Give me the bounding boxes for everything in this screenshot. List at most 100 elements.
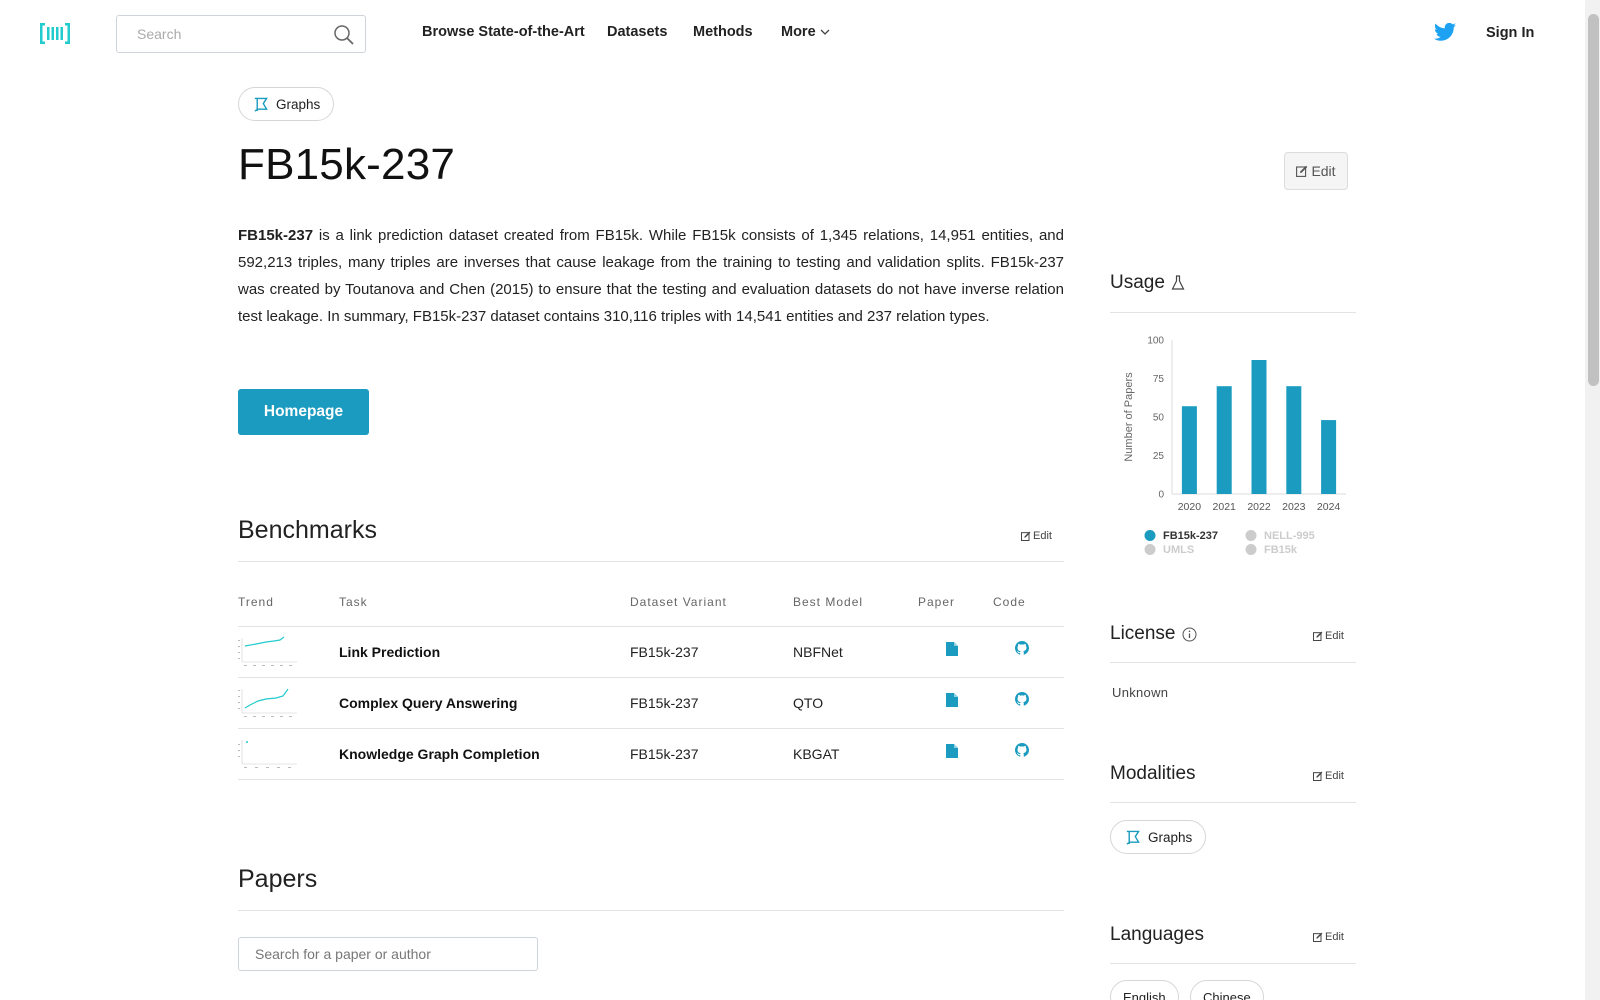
legend-item: UMLS xyxy=(1163,544,1194,556)
nav-more-label: More xyxy=(781,24,816,40)
legend-marker xyxy=(1245,544,1257,555)
edit-label: Edit xyxy=(1325,931,1344,943)
legend-marker xyxy=(1144,530,1156,541)
sign-in-link[interactable]: Sign In xyxy=(1486,25,1534,41)
table-divider xyxy=(238,779,1064,780)
bar-2023 xyxy=(1286,386,1302,494)
license-title: License xyxy=(1110,623,1197,645)
task-link[interactable]: Knowledge Graph Completion xyxy=(339,746,540,762)
y-tick-label: 50 xyxy=(1153,413,1165,424)
edit-label: Edit xyxy=(1325,770,1344,782)
description-body: is a link prediction dataset created fro… xyxy=(238,227,1064,325)
description-lead: FB15k-237 xyxy=(238,227,314,244)
table-row[interactable]: Complex Query Answering FB15k-237 QTO xyxy=(238,678,1064,728)
modality-item-graphs[interactable]: Graphs xyxy=(1110,820,1207,854)
page-title: FB15k-237 xyxy=(238,140,456,189)
chevron-down-icon xyxy=(820,29,830,35)
search-input[interactable] xyxy=(117,16,317,52)
nav-browse-sota[interactable]: Browse State-of-the-Art xyxy=(422,24,585,40)
nav-more-dropdown[interactable]: More xyxy=(781,24,830,40)
paper-icon[interactable] xyxy=(946,744,958,758)
trend-sparkline[interactable] xyxy=(238,738,298,770)
section-divider xyxy=(1110,963,1356,964)
y-tick-label: 75 xyxy=(1153,374,1165,385)
bar-2021 xyxy=(1216,386,1232,494)
y-tick-label: 25 xyxy=(1153,451,1165,462)
edit-icon xyxy=(1021,531,1031,541)
legend-marker xyxy=(1245,530,1257,541)
edit-icon xyxy=(1313,631,1323,641)
edit-label: Edit xyxy=(1311,163,1336,179)
usage-bar-chart: 0 25 50 75 100 Number of Papers 2020 2021 2022 20… xyxy=(1123,336,1346,556)
col-header-trend: Trend xyxy=(238,595,274,609)
paper-search-input[interactable] xyxy=(239,938,537,970)
edit-label: Edit xyxy=(1033,530,1052,542)
github-icon[interactable] xyxy=(1015,641,1029,655)
language-tag-english[interactable]: English xyxy=(1110,980,1179,1000)
benchmarks-title: Benchmarks xyxy=(238,516,377,544)
section-divider xyxy=(1110,312,1356,313)
edit-dataset-button[interactable]: Edit xyxy=(1284,152,1348,190)
license-value: Unknown xyxy=(1112,685,1169,700)
languages-edit-button[interactable]: Edit xyxy=(1313,931,1344,943)
modality-tag-graphs[interactable]: Graphs xyxy=(238,87,335,121)
modalities-edit-button[interactable]: Edit xyxy=(1313,770,1344,782)
dataset-variant: FB15k-237 xyxy=(630,644,699,660)
usage-title-label: Usage xyxy=(1110,272,1165,293)
legend-item: FB15k xyxy=(1264,544,1298,556)
nav-methods[interactable]: Methods xyxy=(693,24,753,40)
scrollbar-thumb[interactable] xyxy=(1588,14,1599,386)
col-header-task: Task xyxy=(339,595,368,609)
x-tick-label: 2021 xyxy=(1213,501,1237,513)
col-header-variant: Dataset Variant xyxy=(630,595,727,609)
best-model: NBFNet xyxy=(793,644,843,660)
global-search xyxy=(116,15,366,53)
y-axis-label: Number of Papers xyxy=(1123,372,1135,462)
graph-icon xyxy=(254,97,268,112)
legend-marker xyxy=(1144,544,1156,555)
info-icon[interactable] xyxy=(1182,627,1197,642)
twitter-icon[interactable] xyxy=(1434,22,1456,42)
section-divider xyxy=(238,910,1064,911)
x-tick-label: 2024 xyxy=(1317,501,1341,513)
best-model: QTO xyxy=(793,695,824,711)
x-tick-label: 2020 xyxy=(1178,501,1202,513)
x-tick-label: 2023 xyxy=(1282,501,1306,513)
search-icon[interactable] xyxy=(333,24,355,46)
paper-icon[interactable] xyxy=(946,693,958,707)
flask-icon xyxy=(1171,275,1185,290)
edit-icon xyxy=(1296,165,1308,177)
homepage-button[interactable]: Homepage xyxy=(238,389,369,435)
modality-tag-label: Graphs xyxy=(276,96,321,112)
task-link[interactable]: Link Prediction xyxy=(339,644,440,660)
col-header-model: Best Model xyxy=(793,595,864,609)
github-icon[interactable] xyxy=(1015,692,1029,706)
y-tick-label: 100 xyxy=(1147,336,1164,347)
trend-sparkline[interactable] xyxy=(238,687,298,719)
language-tag-chinese[interactable]: Chinese xyxy=(1190,980,1264,1000)
task-link[interactable]: Complex Query Answering xyxy=(339,695,517,711)
section-divider xyxy=(1110,662,1356,663)
languages-title-label: Languages xyxy=(1110,924,1205,945)
dataset-variant: FB15k-237 xyxy=(630,695,699,711)
legend-item: NELL-995 xyxy=(1264,530,1315,542)
trend-sparkline[interactable] xyxy=(238,636,298,668)
page-scrollbar[interactable] xyxy=(1585,0,1600,1000)
col-header-paper: Paper xyxy=(918,595,956,609)
nav-datasets[interactable]: Datasets xyxy=(607,24,667,40)
section-divider xyxy=(1110,802,1356,803)
paperswithcode-logo-icon[interactable] xyxy=(40,21,70,46)
github-icon[interactable] xyxy=(1015,743,1029,757)
legend-item: FB15k-237 xyxy=(1163,530,1218,542)
license-edit-button[interactable]: Edit xyxy=(1313,630,1344,642)
col-header-code: Code xyxy=(993,595,1026,609)
bar-2022 xyxy=(1251,360,1267,494)
bar-2020 xyxy=(1181,406,1197,494)
paper-icon[interactable] xyxy=(946,642,958,656)
table-row[interactable]: Link Prediction FB15k-237 NBFNet xyxy=(238,627,1064,677)
dataset-variant: FB15k-237 xyxy=(630,746,699,762)
edit-icon xyxy=(1313,932,1323,942)
languages-title: Languages xyxy=(1110,924,1204,946)
table-row[interactable]: Knowledge Graph Completion FB15k-237 KBG… xyxy=(238,729,1064,779)
benchmarks-edit-button[interactable]: Edit xyxy=(1021,530,1052,542)
